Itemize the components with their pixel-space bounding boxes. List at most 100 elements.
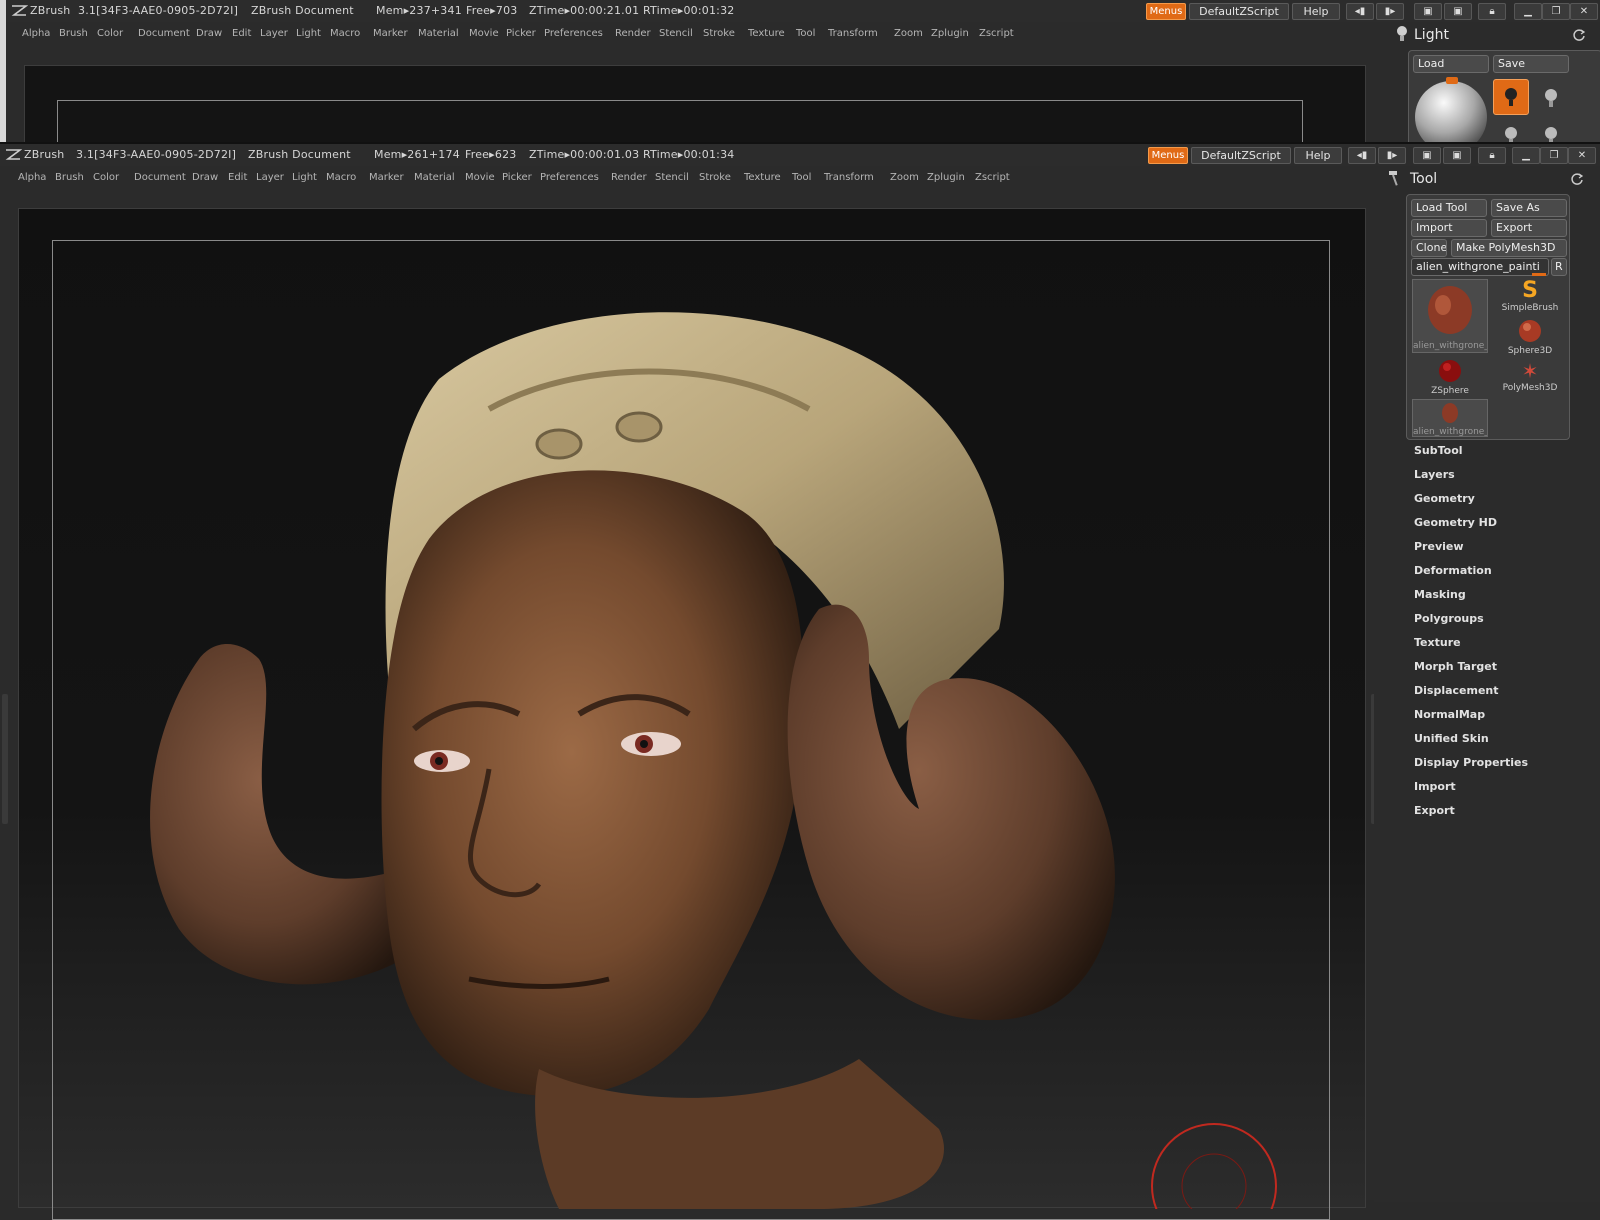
subpalette-display-properties[interactable]: Display Properties bbox=[1414, 756, 1528, 769]
menu-draw[interactable]: Draw bbox=[192, 172, 218, 183]
save-as-button[interactable]: Save As bbox=[1491, 199, 1567, 217]
restore-icon[interactable]: ❐ bbox=[1542, 3, 1570, 20]
refresh-icon[interactable] bbox=[1570, 172, 1584, 186]
menu-brush[interactable]: Brush bbox=[55, 172, 84, 183]
subpalette-import[interactable]: Import bbox=[1414, 780, 1456, 793]
default-zscript-button[interactable]: DefaultZScript bbox=[1189, 3, 1289, 20]
default-zscript-button[interactable]: DefaultZScript bbox=[1191, 147, 1291, 164]
light-save-button[interactable]: Save bbox=[1493, 55, 1569, 73]
scroll-right-icon[interactable]: ▮▸ bbox=[1376, 3, 1404, 20]
clone-button[interactable]: Clone bbox=[1411, 239, 1447, 257]
menu-zoom[interactable]: Zoom bbox=[890, 172, 919, 183]
menu-preferences[interactable]: Preferences bbox=[540, 172, 599, 183]
light-load-button[interactable]: Load bbox=[1413, 55, 1489, 73]
menu-stroke[interactable]: Stroke bbox=[703, 28, 735, 39]
menu-brush[interactable]: Brush bbox=[59, 28, 88, 39]
menu-tool[interactable]: Tool bbox=[792, 172, 811, 183]
menu-material[interactable]: Material bbox=[418, 28, 459, 39]
help-button[interactable]: Help bbox=[1292, 3, 1340, 20]
tool-thumb-sphere3d[interactable]: Sphere3D bbox=[1492, 319, 1568, 359]
menu-zoom[interactable]: Zoom bbox=[894, 28, 923, 39]
layout-icon[interactable]: ▣ bbox=[1414, 3, 1442, 20]
menu-macro[interactable]: Macro bbox=[326, 172, 356, 183]
layout-icon[interactable]: ▣ bbox=[1413, 147, 1441, 164]
subpalette-export[interactable]: Export bbox=[1414, 804, 1455, 817]
tool-thumb-alien[interactable]: alien_withgrone_ bbox=[1412, 279, 1488, 353]
menu-preferences[interactable]: Preferences bbox=[544, 28, 603, 39]
lightbulb-off-icon[interactable] bbox=[1541, 85, 1561, 111]
menu-transform[interactable]: Transform bbox=[824, 172, 874, 183]
subpalette-deformation[interactable]: Deformation bbox=[1414, 564, 1492, 577]
subpalette-subtool[interactable]: SubTool bbox=[1414, 444, 1463, 457]
subpalette-texture[interactable]: Texture bbox=[1414, 636, 1461, 649]
menu-tool[interactable]: Tool bbox=[796, 28, 815, 39]
help-button[interactable]: Help bbox=[1294, 147, 1342, 164]
menu-layer[interactable]: Layer bbox=[256, 172, 284, 183]
menu-transform[interactable]: Transform bbox=[828, 28, 878, 39]
lock-icon[interactable]: 🔒︎ bbox=[1478, 3, 1506, 20]
r-button[interactable]: R bbox=[1551, 258, 1567, 276]
subpalette-unified-skin[interactable]: Unified Skin bbox=[1414, 732, 1489, 745]
make-polymesh3d-button[interactable]: Make PolyMesh3D bbox=[1451, 239, 1567, 257]
subpalette-preview[interactable]: Preview bbox=[1414, 540, 1464, 553]
subpalette-polygroups[interactable]: Polygroups bbox=[1414, 612, 1484, 625]
menu-light[interactable]: Light bbox=[292, 172, 317, 183]
scroll-right-icon[interactable]: ▮▸ bbox=[1378, 147, 1406, 164]
minimize-icon[interactable]: ▁ bbox=[1514, 3, 1542, 20]
layout-alt-icon[interactable]: ▣ bbox=[1444, 3, 1472, 20]
import-button[interactable]: Import bbox=[1411, 219, 1487, 237]
menu-marker[interactable]: Marker bbox=[373, 28, 408, 39]
restore-icon[interactable]: ❐ bbox=[1540, 147, 1568, 164]
menu-render[interactable]: Render bbox=[615, 28, 651, 39]
current-tool-name[interactable]: alien_withgrone_painti bbox=[1411, 258, 1549, 276]
menu-stroke[interactable]: Stroke bbox=[699, 172, 731, 183]
menu-light[interactable]: Light bbox=[296, 28, 321, 39]
menu-alpha[interactable]: Alpha bbox=[18, 172, 46, 183]
scroll-left-icon[interactable]: ◂▮ bbox=[1346, 3, 1374, 20]
menu-texture[interactable]: Texture bbox=[744, 172, 781, 183]
layout-alt-icon[interactable]: ▣ bbox=[1443, 147, 1471, 164]
menu-marker[interactable]: Marker bbox=[369, 172, 404, 183]
left-tray-handle[interactable] bbox=[2, 694, 8, 824]
tool-thumb-alien-small[interactable]: alien_withgrone_ bbox=[1412, 399, 1488, 437]
tool-thumb-simplebrush[interactable]: S SimpleBrush bbox=[1492, 279, 1568, 319]
menu-color[interactable]: Color bbox=[93, 172, 119, 183]
tool-thumb-polymesh3d[interactable]: ✶ PolyMesh3D bbox=[1492, 359, 1568, 399]
subpalette-displacement[interactable]: Displacement bbox=[1414, 684, 1499, 697]
menu-document[interactable]: Document bbox=[138, 28, 190, 39]
menu-stencil[interactable]: Stencil bbox=[655, 172, 689, 183]
menu-movie[interactable]: Movie bbox=[465, 172, 495, 183]
menu-picker[interactable]: Picker bbox=[502, 172, 532, 183]
menu-color[interactable]: Color bbox=[97, 28, 123, 39]
subpalette-layers[interactable]: Layers bbox=[1414, 468, 1455, 481]
light-sphere-preview[interactable] bbox=[1414, 77, 1488, 149]
close-icon[interactable]: ✕ bbox=[1568, 147, 1596, 164]
menu-stencil[interactable]: Stencil bbox=[659, 28, 693, 39]
subpalette-geometry[interactable]: Geometry bbox=[1414, 492, 1475, 505]
menu-texture[interactable]: Texture bbox=[748, 28, 785, 39]
light-slot-active[interactable] bbox=[1493, 79, 1529, 115]
menu-macro[interactable]: Macro bbox=[330, 28, 360, 39]
menu-render[interactable]: Render bbox=[611, 172, 647, 183]
menu-document[interactable]: Document bbox=[134, 172, 186, 183]
menu-material[interactable]: Material bbox=[414, 172, 455, 183]
menu-edit[interactable]: Edit bbox=[232, 28, 251, 39]
subpalette-masking[interactable]: Masking bbox=[1414, 588, 1466, 601]
menu-zscript[interactable]: Zscript bbox=[975, 172, 1010, 183]
export-button[interactable]: Export bbox=[1491, 219, 1567, 237]
alien-head-sculpt[interactable] bbox=[19, 209, 1367, 1209]
lock-icon[interactable]: 🔒︎ bbox=[1478, 147, 1506, 164]
subpalette-normalmap[interactable]: NormalMap bbox=[1414, 708, 1485, 721]
tool-thumb-zsphere[interactable]: ZSphere bbox=[1412, 359, 1488, 399]
menu-zplugin[interactable]: Zplugin bbox=[931, 28, 969, 39]
scroll-left-icon[interactable]: ◂▮ bbox=[1348, 147, 1376, 164]
close-icon[interactable]: ✕ bbox=[1570, 3, 1598, 20]
load-tool-button[interactable]: Load Tool bbox=[1411, 199, 1487, 217]
menu-movie[interactable]: Movie bbox=[469, 28, 499, 39]
menus-button[interactable]: Menus bbox=[1146, 3, 1186, 20]
menu-zscript[interactable]: Zscript bbox=[979, 28, 1014, 39]
menu-edit[interactable]: Edit bbox=[228, 172, 247, 183]
refresh-icon[interactable] bbox=[1572, 28, 1586, 42]
minimize-icon[interactable]: ▁ bbox=[1512, 147, 1540, 164]
menu-draw[interactable]: Draw bbox=[196, 28, 222, 39]
